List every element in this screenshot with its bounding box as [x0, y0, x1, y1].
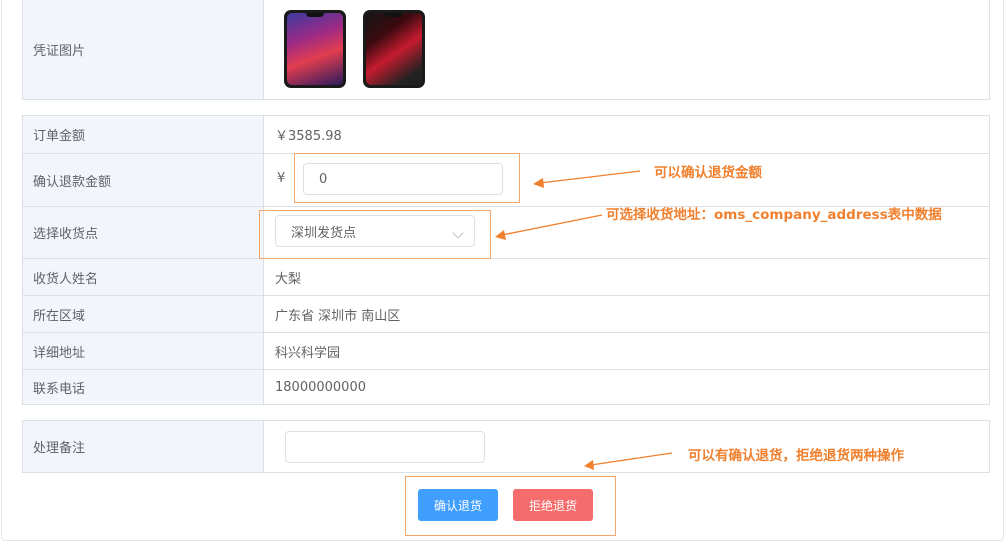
address-annotation: 可选择收货地址：oms_company_address表中数据 [606, 207, 942, 223]
refund-annotation: 可以确认退货金额 [654, 165, 762, 181]
actions-annotation: 可以有确认退货，拒绝退货两种操作 [688, 448, 904, 464]
